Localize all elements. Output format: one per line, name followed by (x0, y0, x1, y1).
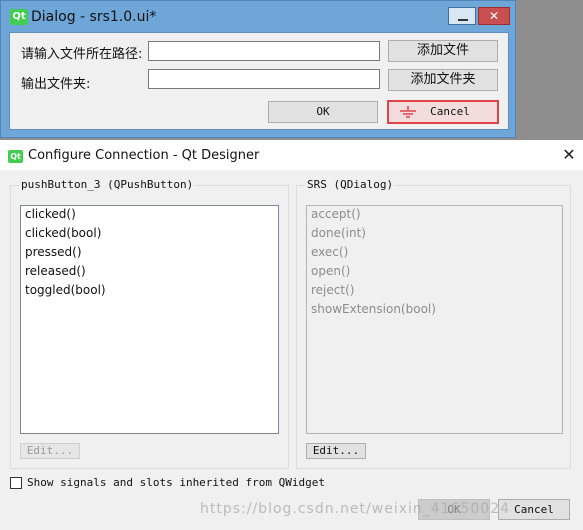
connection-titlebar[interactable]: Qt Configure Connection - Qt Designer ✕ (0, 140, 583, 170)
minimize-icon (458, 19, 468, 21)
inherited-checkbox-label: Show signals and slots inherited from QW… (27, 476, 326, 489)
qt-logo-icon: Qt (8, 150, 23, 163)
output-label: 输出文件夹: (21, 77, 91, 92)
add-folder-button[interactable]: 添加文件夹 (388, 69, 498, 91)
dialog-title: Dialog - srs1.0.ui* (31, 9, 157, 25)
close-button[interactable]: ✕ (478, 7, 510, 25)
sender-edit-button[interactable]: Edit... (20, 443, 80, 459)
qt-logo-icon: Qt (10, 9, 28, 25)
signal-item[interactable]: clicked() (21, 207, 278, 226)
ok-button[interactable]: OK (268, 101, 378, 123)
signal-item[interactable]: released() (21, 264, 278, 283)
signal-item[interactable]: clicked(bool) (21, 226, 278, 245)
connection-cancel-button[interactable]: Cancel (498, 499, 570, 520)
receiver-group: SRS (QDialog) accept() done(int) exec() … (296, 178, 571, 469)
minimize-button[interactable] (448, 7, 476, 25)
slot-item[interactable]: accept() (307, 207, 562, 226)
slot-item[interactable]: showExtension(bool) (307, 302, 562, 321)
dialog-titlebar[interactable]: Qt Dialog - srs1.0.ui* ✕ (1, 1, 515, 35)
dialog-window: Qt Dialog - srs1.0.ui* ✕ 请输入文件所在路径: 添加文件… (0, 0, 516, 138)
slot-item[interactable]: open() (307, 264, 562, 283)
add-file-button[interactable]: 添加文件 (388, 40, 498, 62)
signal-item[interactable]: pressed() (21, 245, 278, 264)
cancel-button[interactable]: Cancel (387, 100, 499, 124)
connection-title: Configure Connection - Qt Designer (28, 148, 260, 163)
connection-ok-button[interactable]: OK (418, 499, 490, 520)
sender-group: pushButton_3 (QPushButton) clicked() cli… (10, 178, 289, 469)
signals-list[interactable]: clicked() clicked(bool) pressed() releas… (20, 205, 279, 434)
slot-item[interactable]: done(int) (307, 226, 562, 245)
close-icon: ✕ (488, 9, 500, 23)
path-label: 请输入文件所在路径: (21, 47, 143, 62)
output-input[interactable] (148, 69, 380, 89)
configure-connection-window: Qt Configure Connection - Qt Designer ✕ … (0, 140, 583, 530)
path-input[interactable] (148, 41, 380, 61)
slot-item[interactable]: reject() (307, 283, 562, 302)
ground-connection-icon (400, 106, 416, 118)
cancel-button-label: Cancel (430, 105, 470, 118)
receiver-group-title: SRS (QDialog) (305, 178, 396, 191)
signal-item[interactable]: toggled(bool) (21, 283, 278, 302)
dialog-body: 请输入文件所在路径: 添加文件 输出文件夹: 添加文件夹 OK Cancel (9, 32, 509, 130)
sender-group-title: pushButton_3 (QPushButton) (19, 178, 196, 191)
inherited-checkbox[interactable] (10, 477, 22, 489)
close-icon[interactable]: ✕ (560, 146, 578, 164)
receiver-edit-button[interactable]: Edit... (306, 443, 366, 459)
slot-item[interactable]: exec() (307, 245, 562, 264)
slots-list[interactable]: accept() done(int) exec() open() reject(… (306, 205, 563, 434)
